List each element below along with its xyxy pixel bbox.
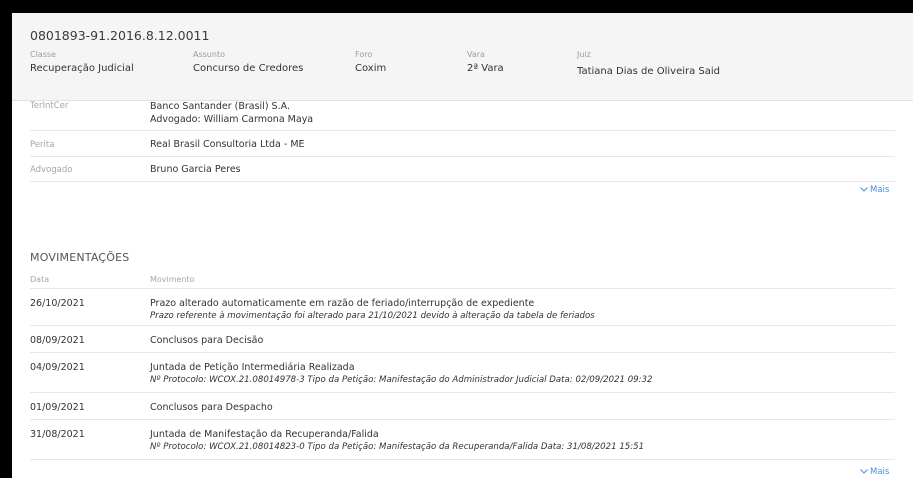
column-header-movement: Movimento [150,275,195,284]
field-value: 2ª Vara [467,63,504,74]
movement-row: 31/08/2021 Juntada de Manifestação da Re… [30,420,895,460]
parties-list: TerIntCer Banco Santander (Brasil) S.A. … [30,101,895,182]
movements-more-link[interactable]: Mais [860,467,889,477]
field-value: Recuperação Judicial [30,63,134,74]
more-label: Mais [870,467,890,477]
field-label: Juiz [577,50,591,59]
movement-text: Conclusos para Despacho [150,402,273,413]
parties-more-link[interactable]: Mais [860,185,889,195]
movement-detail: Prazo referente à movimentação foi alter… [150,311,595,321]
field-value: Tatiana Dias de Oliveira Said [577,66,721,77]
party-name: Bruno Garcia Peres [150,164,241,175]
movement-text: Juntada de Petição Intermediária Realiza… [150,362,355,373]
movement-text: Juntada de Manifestação da Recuperanda/F… [150,429,379,440]
movement-date: 31/08/2021 [30,429,85,440]
column-header-date: Data [30,275,50,284]
movement-row: 08/09/2021 Conclusos para Decisão [30,326,895,353]
field-label: Foro [355,50,373,59]
movement-date: 04/09/2021 [30,362,85,373]
movements-title: MOVIMENTAÇÕES [30,251,130,264]
party-row: TerIntCer Banco Santander (Brasil) S.A. … [30,101,895,131]
party-role: Advogado [30,165,73,175]
movement-row: 01/09/2021 Conclusos para Despacho [30,393,895,420]
party-row: Perita Real Brasil Consultoria Ltda - ME [30,131,895,157]
more-label: Mais [870,185,890,195]
field-value: Concurso de Credores [193,63,304,74]
field-vara: Vara 2ª Vara [467,50,504,75]
field-label: Classe [30,50,56,59]
process-page: 0801893-91.2016.8.12.0011 Classe Recuper… [12,13,913,478]
process-header: 0801893-91.2016.8.12.0011 Classe Recuper… [12,13,913,101]
field-juiz: Juiz Tatiana Dias de Oliveira Said [577,50,720,78]
movement-text: Prazo alterado automaticamente em razão … [150,298,535,309]
party-lawyer: Advogado: William Carmona Maya [150,113,314,125]
movement-date: 26/10/2021 [30,298,85,309]
movement-row: 04/09/2021 Juntada de Petição Intermediá… [30,353,895,393]
field-value: Coxim [355,63,387,74]
chevron-down-icon [860,467,868,476]
party-name: Banco Santander (Brasil) S.A. [150,101,290,112]
movements-header: Data Movimento [30,275,895,289]
movements-table: Data Movimento 26/10/2021 Prazo alterado… [30,275,895,460]
party-row: Advogado Bruno Garcia Peres [30,157,895,182]
movement-detail: Nº Protocolo: WCOX.21.08014978-3 Tipo da… [150,375,653,385]
movement-date: 01/09/2021 [30,402,85,413]
field-label: Assunto [193,50,225,59]
field-classe: Classe Recuperação Judicial [30,50,134,75]
party-role: TerIntCer [30,101,69,111]
movement-detail: Nº Protocolo: WCOX.21.08014823-0 Tipo da… [150,442,645,452]
party-name: Real Brasil Consultoria Ltda - ME [150,139,305,150]
movement-text: Conclusos para Decisão [150,335,264,346]
field-assunto: Assunto Concurso de Credores [193,50,303,75]
process-number: 0801893-91.2016.8.12.0011 [30,28,210,43]
movement-date: 08/09/2021 [30,335,85,346]
field-foro: Foro Coxim [355,50,386,75]
movement-row: 26/10/2021 Prazo alterado automaticament… [30,289,895,326]
chevron-down-icon [860,185,868,194]
party-role: Perita [30,140,55,150]
field-label: Vara [467,50,485,59]
